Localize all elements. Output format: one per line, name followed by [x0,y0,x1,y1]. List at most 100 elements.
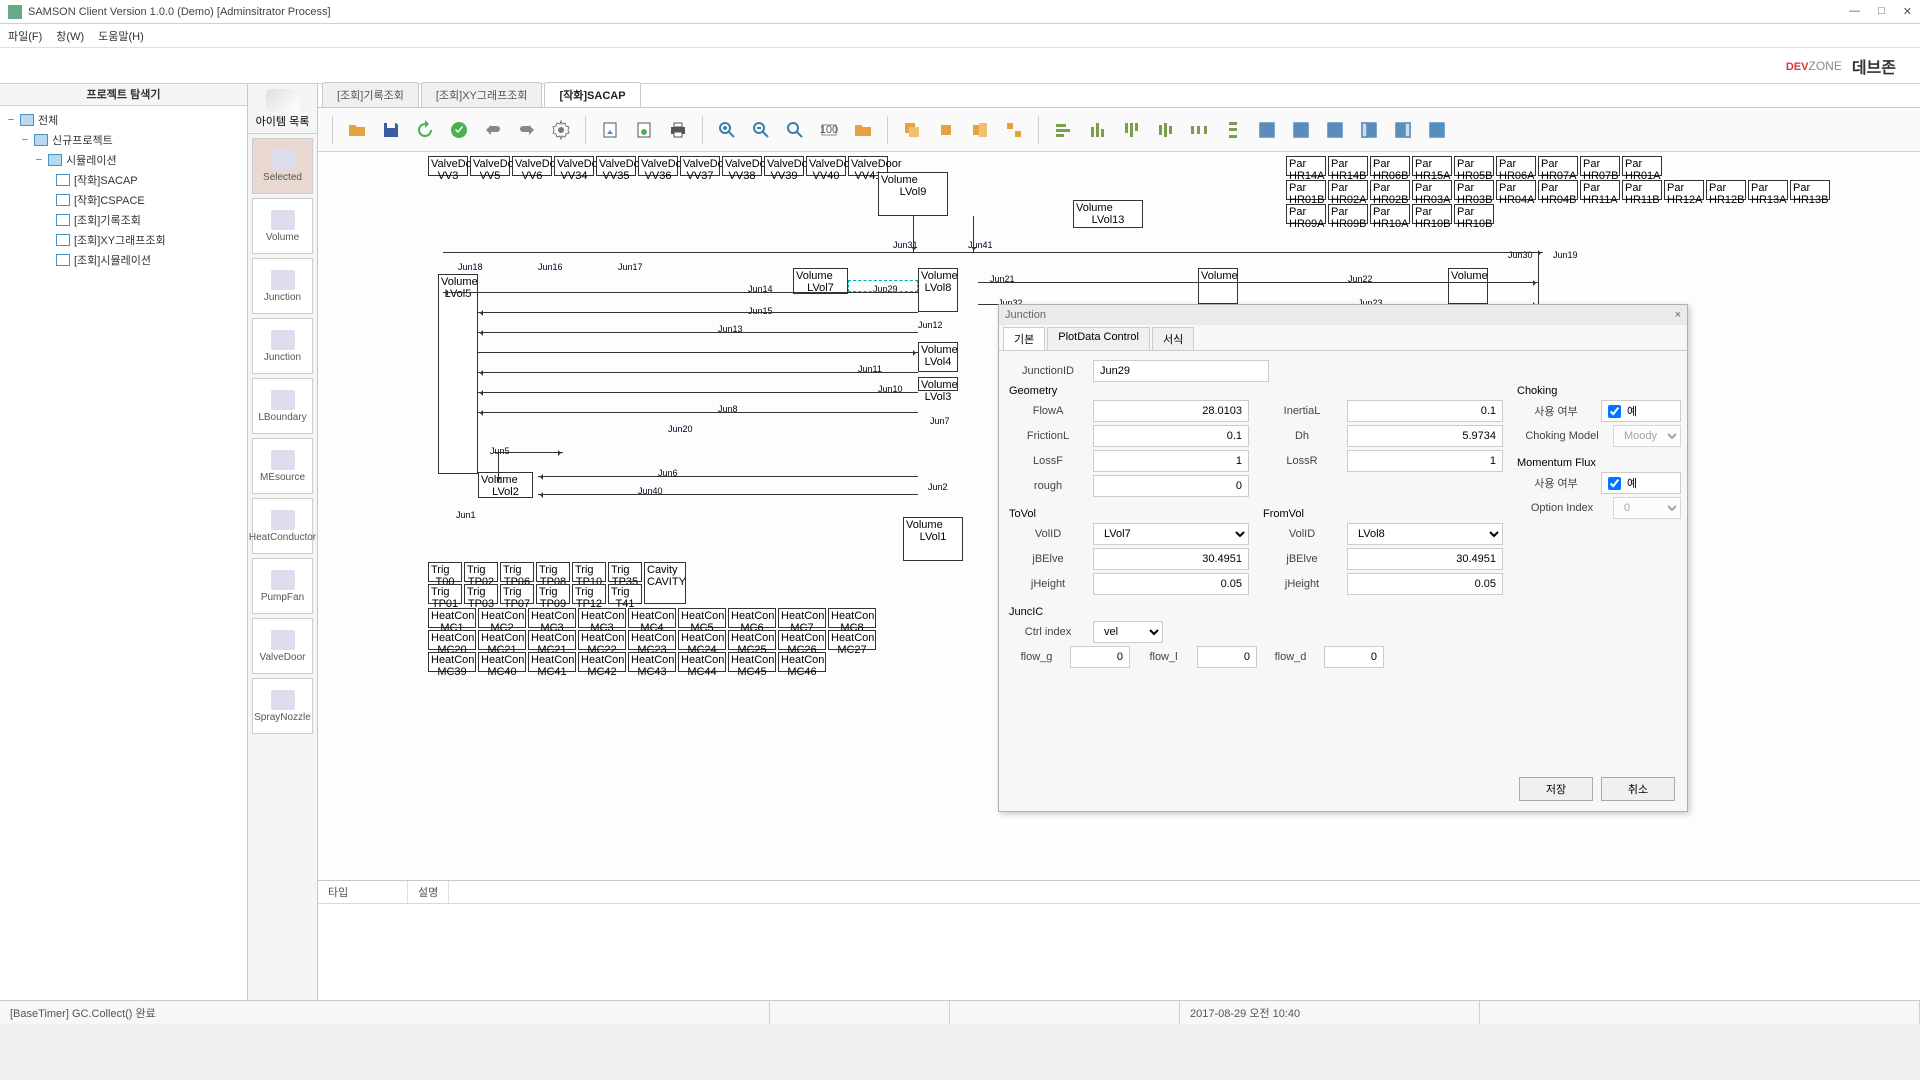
canvas-block[interactable]: HeatConMC3 [528,608,576,628]
canvas-block[interactable]: VolumeLVol5 [438,274,478,474]
tb-print[interactable] [664,116,692,144]
canvas-block[interactable]: ParHR14B [1328,156,1368,176]
canvas-block[interactable]: HeatConMC27 [828,630,876,650]
field-tovol-volid[interactable]: LVol7 [1093,523,1249,545]
palette-mesource[interactable]: MEsource [252,438,313,494]
canvas-block[interactable]: TrigT00 [428,562,462,582]
canvas-block[interactable]: ParHR11A [1580,180,1620,200]
tb-pane3[interactable] [1321,116,1349,144]
field-fromvol-jbelve[interactable] [1347,548,1503,570]
canvas-block[interactable]: HeatConMC41 [528,652,576,672]
maximize-button[interactable]: □ [1878,5,1885,18]
field-friction[interactable] [1093,425,1249,447]
field-flowg[interactable] [1070,646,1130,668]
tb-zoom-100[interactable]: 100 [815,116,843,144]
tab-sacap[interactable]: [작화]SACAP [544,82,640,107]
canvas-block[interactable]: Volume [1198,268,1238,304]
tb-align-center[interactable] [1151,116,1179,144]
canvas-block[interactable]: ValveDoorVV5 [470,156,510,176]
field-lossr[interactable] [1347,450,1503,472]
prop-tab-basic[interactable]: 기본 [1003,327,1045,350]
menu-window[interactable]: 창(W) [56,28,84,44]
tb-pane6[interactable] [1423,116,1451,144]
canvas-block[interactable]: ParHR04A [1496,180,1536,200]
canvas-block[interactable]: ValveDoorVV6 [512,156,552,176]
canvas-block[interactable]: TrigTP01 [428,584,462,604]
canvas-block[interactable]: ParHR03A [1412,180,1452,200]
close-button[interactable]: ✕ [1903,5,1912,18]
canvas-block[interactable]: ParHR13A [1748,180,1788,200]
canvas-block[interactable]: ParHR06A [1496,156,1536,176]
canvas-block[interactable]: TrigTP08 [536,562,570,582]
palette-volume[interactable]: Volume [252,198,313,254]
canvas-block[interactable]: HeatConMC7 [778,608,826,628]
canvas-block[interactable]: TrigTP35 [608,562,642,582]
tb-paste[interactable] [966,116,994,144]
canvas-block[interactable]: HeatConMC21 [478,630,526,650]
canvas-block[interactable]: ParHR04B [1538,180,1578,200]
tb-zoom-in[interactable] [713,116,741,144]
canvas-block[interactable]: HeatConMC20 [428,630,476,650]
field-junctionid[interactable] [1093,360,1269,382]
canvas-block[interactable]: HeatConMC22 [578,630,626,650]
menu-file[interactable]: 파일(F) [8,28,42,44]
tb-undo[interactable] [479,116,507,144]
canvas-block[interactable]: HeatConMC44 [678,652,726,672]
canvas-block[interactable]: ValveDoorVV37 [680,156,720,176]
chk-momentum-use[interactable] [1608,477,1621,490]
field-dh[interactable] [1347,425,1503,447]
palette-spraynozzle[interactable]: SprayNozzle [252,678,313,734]
canvas-block[interactable]: HeatConMC39 [428,652,476,672]
canvas-block[interactable]: ParHR11B [1622,180,1662,200]
palette-junction[interactable]: Junction [252,258,313,314]
canvas-block[interactable]: HeatConMC42 [578,652,626,672]
field-lossf[interactable] [1093,450,1249,472]
field-flowa[interactable] [1093,400,1249,422]
canvas-block[interactable]: VolumeLVol9 [878,172,948,216]
tb-cut[interactable] [932,116,960,144]
tb-distribute-v[interactable] [1219,116,1247,144]
canvas-block[interactable]: ParHR01A [1622,156,1662,176]
tree-project[interactable]: −신규프로젝트 [6,130,241,150]
tree-root[interactable]: −전체 [6,110,241,130]
canvas-block[interactable]: ValveDoorVV3 [428,156,468,176]
prop-tab-format[interactable]: 서식 [1152,327,1194,350]
canvas-block[interactable]: HeatConMC6 [728,608,776,628]
tb-pane4[interactable] [1355,116,1383,144]
canvas-block[interactable]: HeatConMC8 [828,608,876,628]
tb-settings[interactable] [547,116,575,144]
canvas-block[interactable]: ParHR02A [1328,180,1368,200]
canvas-block[interactable]: HeatConMC1 [428,608,476,628]
property-panel[interactable]: Junction × 기본 PlotData Control 서식 Juncti… [998,304,1688,812]
canvas-block[interactable]: VolumeLVol4 [918,342,958,372]
canvas-block[interactable]: TrigTP02 [464,562,498,582]
canvas-block[interactable]: HeatConMC21 [528,630,576,650]
tree-item-record[interactable]: [조회]기록조회 [6,210,241,230]
canvas-block[interactable]: ParHR05B [1454,156,1494,176]
canvas-block[interactable]: ValveDoorVV38 [722,156,762,176]
field-choking-model[interactable]: Moody [1613,425,1681,447]
canvas-block[interactable]: HeatConMC40 [478,652,526,672]
tb-align-top[interactable] [1117,116,1145,144]
canvas-block[interactable]: Volume [1448,268,1488,304]
canvas-block[interactable]: ParHR10A [1370,204,1410,224]
minimize-button[interactable]: — [1849,5,1860,18]
canvas-block[interactable]: ParHR07A [1538,156,1578,176]
prop-tab-plotdata[interactable]: PlotData Control [1047,327,1150,350]
tb-pane1[interactable] [1253,116,1281,144]
field-rough[interactable] [1093,475,1249,497]
tb-redo[interactable] [513,116,541,144]
field-tovol-jheight[interactable] [1093,573,1249,595]
canvas-block[interactable]: HeatConMC25 [728,630,776,650]
canvas-block[interactable]: HeatConMC4 [628,608,676,628]
canvas-block[interactable]: ParHR15A [1412,156,1452,176]
canvas-block[interactable]: TrigTP07 [500,584,534,604]
canvas-block[interactable]: ParHR10B [1454,204,1494,224]
tab-xygraph[interactable]: [조회]XY그래프조회 [421,82,543,107]
palette-selected[interactable]: Selected [252,138,313,194]
canvas-block[interactable]: HeatConMC23 [628,630,676,650]
canvas-block[interactable]: ParHR01B [1286,180,1326,200]
canvas-block[interactable]: TrigTP10 [572,562,606,582]
canvas-block[interactable]: TrigTP12 [572,584,606,604]
canvas-block[interactable]: HeatConMC26 [778,630,826,650]
